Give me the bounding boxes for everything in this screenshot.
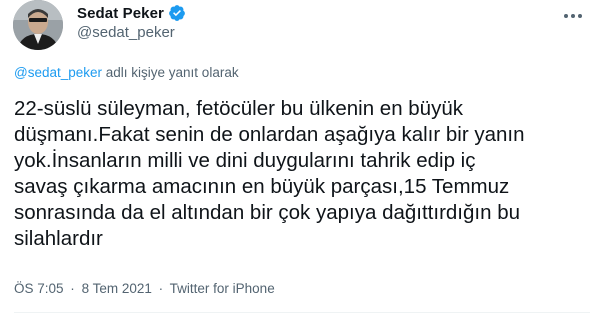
author-display-name[interactable]: Sedat Peker (77, 5, 164, 22)
reply-context-text: adlı kişiye yanıt olarak (102, 65, 239, 80)
tweet-time[interactable]: ÖS 7:05 (14, 281, 64, 296)
divider (14, 312, 590, 313)
author-name-row: Sedat Peker (77, 3, 186, 23)
verified-badge-icon (168, 4, 186, 22)
tweet-text-line: sonrasında da el altından bir çok yapıya… (14, 201, 520, 224)
more-horizontal-icon[interactable] (561, 4, 585, 28)
meta-separator: · (70, 281, 75, 296)
tweet-text-line: 22-süslü süleyman, fetöcüler bu ülkenin … (14, 97, 463, 120)
tweet-text-line: silahlardır (14, 227, 103, 250)
tweet-text-line: savaş çıkarma amacının en büyük parçası,… (14, 175, 510, 198)
author-handle[interactable]: @sedat_peker (77, 24, 175, 41)
reply-context: @sedat_peker adlı kişiye yanıt olarak (14, 65, 239, 80)
tweet-text: 22-süslü süleyman, fetöcüler bu ülkenin … (14, 96, 594, 252)
tweet-date[interactable]: 8 Tem 2021 (82, 281, 152, 296)
tweet-text-line: düşmanı.Fakat senin de onlardan aşağıya … (14, 123, 525, 146)
tweet-source-link[interactable]: Twitter for iPhone (170, 281, 275, 296)
tweet-meta: ÖS 7:05 · 8 Tem 2021 · Twitter for iPhon… (14, 281, 275, 296)
meta-separator: · (158, 281, 164, 296)
tweet-card: Sedat Peker @sedat_peker @sedat_peker ad… (0, 0, 604, 320)
reply-mention-link[interactable]: @sedat_peker (14, 65, 102, 80)
tweet-text-line: yok.İnsanların milli ve dini duygularını… (14, 149, 476, 172)
avatar[interactable] (13, 0, 63, 50)
